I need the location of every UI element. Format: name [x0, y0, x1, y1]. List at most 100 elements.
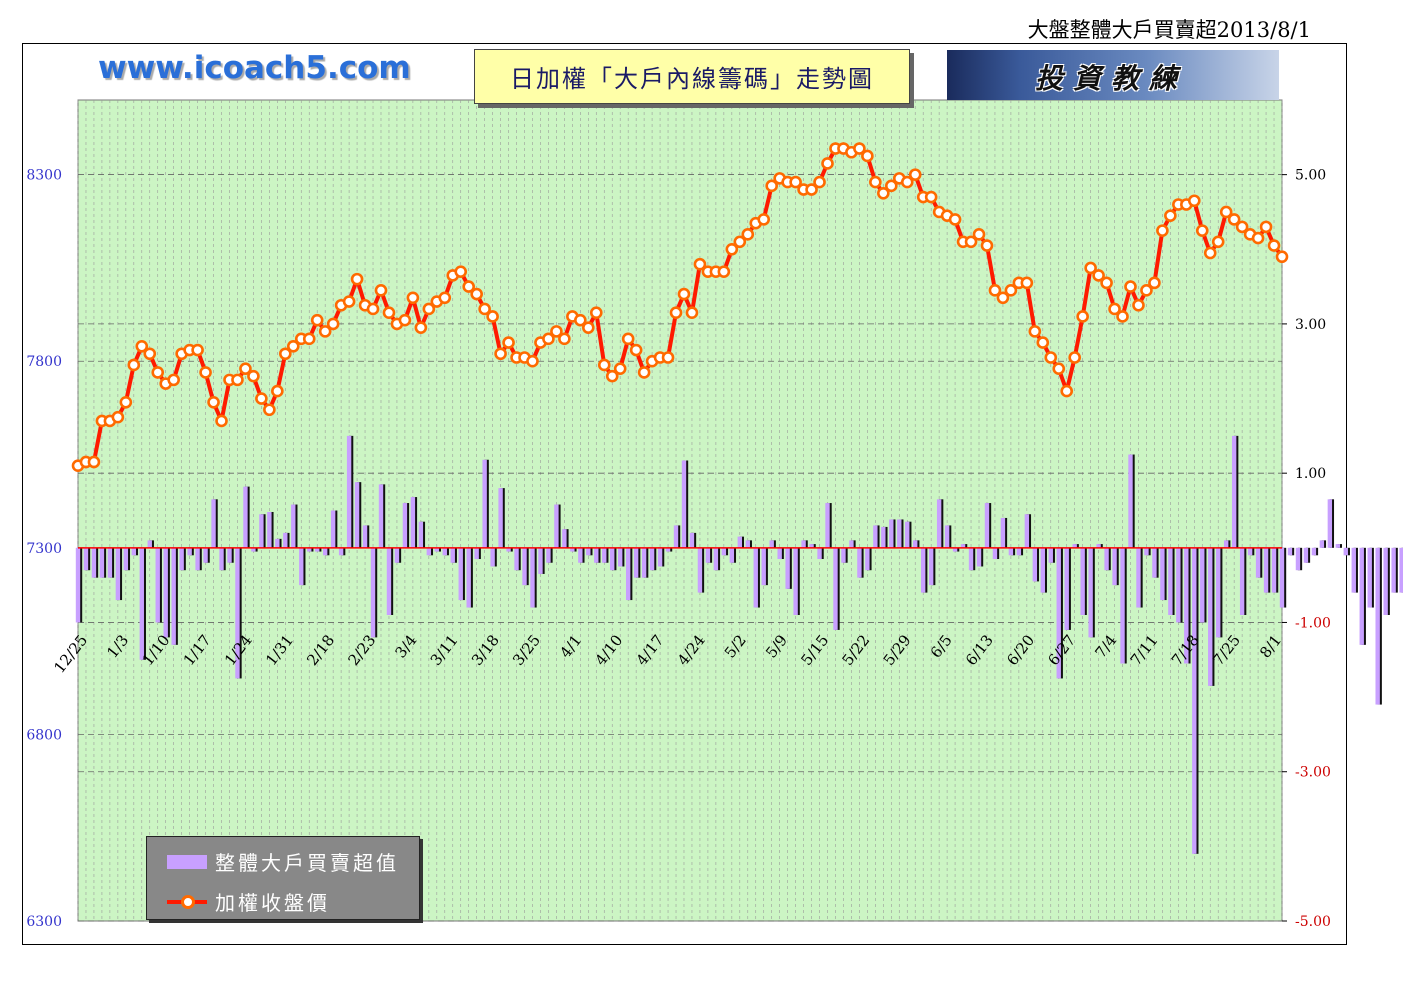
- price-point: [255, 392, 268, 405]
- bar: [673, 525, 679, 548]
- bar: [618, 547, 623, 567]
- bar: [889, 519, 894, 548]
- bar: [1080, 547, 1085, 615]
- price-point: [1132, 298, 1145, 312]
- bar: [131, 547, 137, 556]
- bar: [362, 525, 368, 548]
- legend-swatch-line: [167, 894, 207, 909]
- price-point: [1275, 250, 1289, 264]
- price-point: [271, 384, 284, 398]
- bar: [163, 547, 168, 638]
- price-point: [1116, 310, 1129, 323]
- bar: [123, 547, 129, 571]
- bar: [610, 547, 615, 571]
- bar: [91, 547, 97, 578]
- price-point: [454, 265, 468, 278]
- chart-headline: 日加權「大戶內線籌碼」走勢圖: [474, 49, 910, 104]
- bar: [1383, 547, 1388, 615]
- bar: [586, 547, 591, 556]
- price-point: [972, 228, 986, 241]
- price-point: [486, 310, 499, 323]
- bar: [378, 484, 384, 548]
- legend-item-bars: 整體大戶買賣超值: [167, 847, 399, 876]
- bar: [474, 547, 479, 560]
- price-point: [215, 414, 228, 428]
- price-point: [1060, 384, 1074, 398]
- price-point: [398, 313, 412, 327]
- bar: [649, 547, 655, 571]
- price-point: [382, 306, 396, 320]
- bar: [402, 503, 408, 548]
- price-point: [1211, 235, 1225, 249]
- left-axis-tick-label: 6300: [26, 914, 62, 930]
- bar: [458, 547, 463, 601]
- bar: [1144, 547, 1149, 556]
- bar: [689, 532, 695, 548]
- bar: [147, 540, 152, 548]
- bar: [1192, 547, 1197, 854]
- price-point: [717, 265, 731, 278]
- left-axis-tick-label: 7300: [26, 541, 62, 557]
- bar: [1391, 547, 1396, 593]
- bar: [1112, 547, 1117, 586]
- price-point: [191, 343, 204, 357]
- bar: [75, 547, 81, 623]
- bar: [227, 547, 232, 563]
- price-point: [1076, 310, 1089, 323]
- bar: [1104, 547, 1109, 571]
- bar: [1279, 547, 1285, 608]
- bar: [1303, 547, 1309, 563]
- bar: [1064, 547, 1069, 630]
- bar: [514, 547, 519, 571]
- bar: [1160, 547, 1165, 601]
- price-point: [1100, 276, 1113, 290]
- price-point: [1187, 194, 1201, 208]
- bar: [1327, 499, 1333, 548]
- bar: [394, 547, 400, 563]
- bar: [801, 540, 806, 548]
- right-axis-tick-label: -1.00: [1295, 615, 1331, 631]
- left-axis-tick-label: 8300: [26, 168, 62, 184]
- bar: [1152, 547, 1157, 578]
- bar: [817, 547, 822, 560]
- price-point: [151, 366, 165, 379]
- bar: [386, 547, 392, 615]
- bar: [442, 547, 447, 556]
- bar: [857, 547, 862, 578]
- price-point: [494, 347, 507, 361]
- price-point: [861, 149, 874, 163]
- bar: [1136, 547, 1141, 608]
- bar: [633, 547, 639, 578]
- price-point: [1203, 246, 1217, 260]
- price-point: [980, 239, 994, 252]
- bar: [785, 547, 790, 589]
- bar: [1263, 547, 1269, 593]
- price-point: [629, 343, 643, 357]
- price-point: [589, 306, 603, 320]
- bar: [897, 519, 902, 548]
- price-point: [685, 306, 699, 320]
- bar: [530, 547, 535, 608]
- bar: [849, 540, 854, 548]
- bar: [546, 547, 551, 563]
- price-point: [207, 395, 220, 409]
- right-axis-tick-label: 1.00: [1295, 466, 1326, 482]
- bar: [195, 547, 200, 571]
- bar: [1040, 547, 1045, 593]
- price-point: [1052, 362, 1066, 375]
- bar: [641, 547, 647, 578]
- bar: [976, 547, 982, 567]
- bar: [299, 547, 304, 586]
- price-point: [406, 291, 420, 305]
- bar: [1239, 547, 1245, 615]
- price-point: [1164, 209, 1177, 222]
- price-point: [1148, 276, 1161, 290]
- bar: [1016, 547, 1022, 556]
- bar: [1335, 544, 1341, 548]
- legend-label-bars: 整體大戶買賣超值: [215, 851, 399, 875]
- price-point: [526, 354, 539, 368]
- bar: [992, 547, 998, 560]
- price-point: [1124, 280, 1137, 293]
- bar: [1375, 547, 1380, 705]
- legend-label-line: 加權收盤價: [215, 891, 330, 915]
